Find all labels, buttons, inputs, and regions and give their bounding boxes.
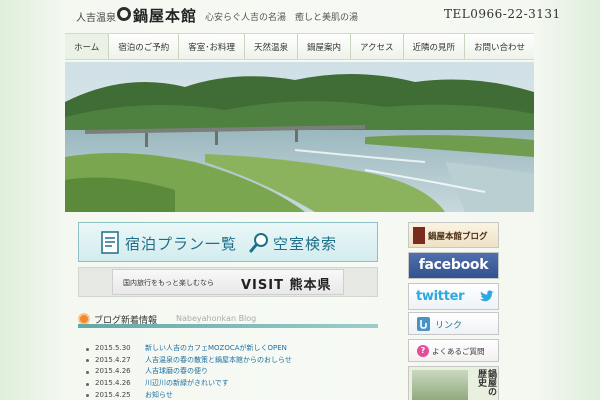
nav-contact[interactable]: お問い合わせ [465,34,534,59]
header-tagline: 心安らぐ人吉の名湯 癒しと美肌の湯 [205,13,359,23]
nav-access[interactable]: アクセス [351,34,404,59]
list-item: 2015.5.30 新しい人吉のカフェMOZOCAが新しくOPEN [86,343,376,355]
hero-image [65,62,534,212]
sidebar-blog-banner[interactable]: 鍋屋本館ブログ [408,222,499,248]
logo-mark-icon [117,7,131,21]
facebook-logo: facebook [418,257,489,273]
list-item: 2015.4.26 川辺川の新緑がきれいです [86,378,376,390]
bullet-icon [86,359,89,363]
post-link[interactable]: 川辺川の新緑がきれいです [145,378,229,390]
list-item: 2015.4.27 人吉温泉の春の散策と鍋屋本館からのおしらせ [86,355,376,367]
faq-banner[interactable]: ? よくあるご質問 [408,339,499,362]
document-icon [101,231,119,254]
visit-banner-inner: 国内旅行をもっと楽しむなら VISIT 熊本県 [112,269,344,295]
nav-reservation[interactable]: 宿泊のご予約 [109,34,180,59]
post-date: 2015.4.26 [95,379,131,388]
river-landscape-photo [65,62,534,212]
nav-hot-spring[interactable]: 天然温泉 [245,34,298,59]
faq-label: よくあるご質問 [432,347,485,356]
visit-banner-subtitle: 国内旅行をもっと楽しむなら [123,279,214,287]
post-link[interactable]: 人吉温泉の春の散策と鍋屋本館からのおしらせ [145,355,292,367]
history-label: 鍋屋の歴史 [476,369,496,396]
links-banner[interactable]: リンク [408,312,499,335]
history-photo [412,370,468,400]
nav-about[interactable]: 鍋屋案内 [298,34,351,59]
list-item: 2015.4.25 お知らせ [86,390,376,400]
plan-list-link[interactable]: 宿泊プラン一覧 [125,233,237,254]
links-label: リンク [435,321,463,331]
bullet-icon [86,347,89,351]
bullet-icon [86,370,89,374]
twitter-logo: twitter [416,289,465,304]
global-nav: ホーム 宿泊のご予約 客室･お料理 天然温泉 鍋屋案内 アクセス 近隣の見所 お… [65,33,534,60]
visit-kumamoto-banner[interactable]: 国内旅行をもっと楽しむなら VISIT 熊本県 [78,267,378,297]
post-date: 2015.4.27 [95,355,131,364]
blog-section-subtitle: Nabeyahonkan Blog [176,314,257,323]
blog-section-divider [78,324,378,328]
post-date: 2015.4.26 [95,367,131,376]
twitter-banner[interactable]: twitter [408,283,499,310]
nav-rooms-cuisine[interactable]: 客室･お料理 [179,34,245,59]
post-link[interactable]: お知らせ [145,390,173,400]
booking-banner[interactable]: 宿泊プラン一覧 空室検索 [78,222,378,262]
bullet-icon [86,394,89,398]
site-logo[interactable]: 鍋屋本館 [133,5,197,26]
vacancy-search-link[interactable]: 空室検索 [273,233,337,254]
sidebar-blog-label: 鍋屋本館ブログ [428,232,488,242]
blog-badge-icon [413,227,425,244]
nav-home[interactable]: ホーム [65,34,110,59]
link-icon [417,317,430,331]
history-banner[interactable]: 鍋屋の歴史 [408,366,499,400]
bullet-icon [86,382,89,386]
site-header: 人吉温泉 鍋屋本館 心安らぐ人吉の名湯 癒しと美肌の湯 TEL0966-22-3… [0,0,600,34]
header-phone: TEL0966-22-3131 [444,7,561,21]
list-item: 2015.4.26 人吉球磨の春の便り [86,366,376,378]
visit-banner-title: VISIT 熊本県 [241,278,332,293]
header-onsen-label: 人吉温泉 [76,13,116,24]
nav-sightseeing[interactable]: 近隣の見所 [404,34,466,59]
facebook-banner[interactable]: facebook [408,252,499,279]
post-date: 2015.4.25 [95,390,131,399]
blog-post-list: 2015.5.30 新しい人吉のカフェMOZOCAが新しくOPEN 2015.4… [86,343,376,400]
magnifier-icon [249,233,268,253]
post-date: 2015.5.30 [95,344,131,352]
question-icon: ? [417,345,429,357]
post-link[interactable]: 新しい人吉のカフェMOZOCAが新しくOPEN [145,343,287,355]
twitter-bird-icon [480,290,494,302]
post-link[interactable]: 人吉球磨の春の便り [145,366,208,378]
